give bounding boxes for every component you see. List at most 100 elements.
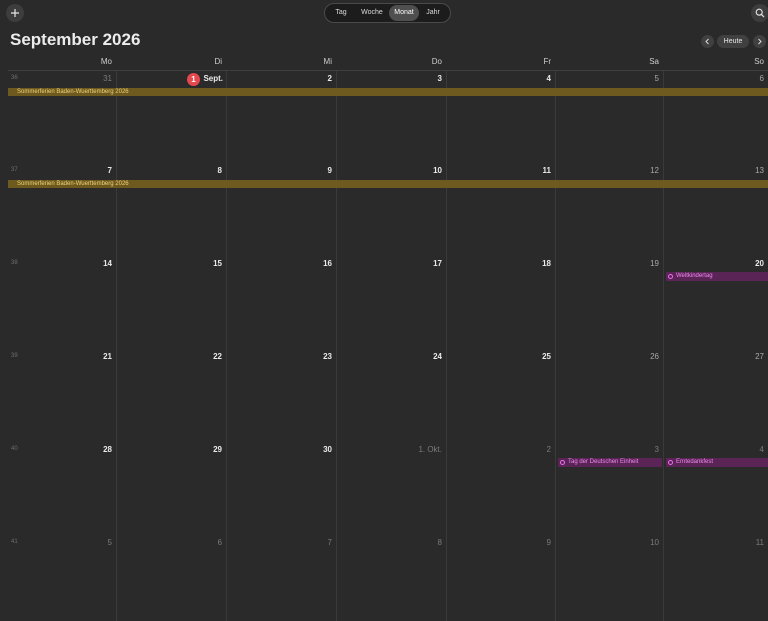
day-cell[interactable]: 24	[336, 349, 446, 442]
day-cell[interactable]: 39 21	[8, 349, 116, 442]
day-number: 11	[755, 538, 764, 547]
event-title: Erntedankfest	[676, 459, 714, 465]
day-number: 3	[654, 445, 659, 454]
month-title: September 2026	[10, 30, 141, 49]
day-cell[interactable]: 5	[555, 71, 663, 163]
day-cell[interactable]: 11	[663, 535, 768, 621]
day-cell[interactable]: 7	[226, 535, 336, 621]
view-tab-week[interactable]: Woche	[355, 5, 389, 21]
week-row: 39 21 22 23 24 25 26 27	[8, 349, 768, 443]
day-number: 21	[103, 352, 112, 361]
day-cell[interactable]: 9	[446, 535, 555, 621]
day-cell[interactable]: 36 31	[8, 71, 116, 163]
day-cell[interactable]: 37 7	[8, 163, 116, 256]
day-cell[interactable]: 38 14	[8, 256, 116, 349]
day-cell[interactable]: 9	[226, 163, 336, 256]
plus-icon	[11, 9, 19, 17]
day-number: 9	[546, 538, 551, 547]
day-cell[interactable]: 4	[446, 71, 555, 163]
day-cell[interactable]: 10	[555, 535, 663, 621]
day-number: 28	[103, 445, 112, 454]
day-cell[interactable]: 3	[336, 71, 446, 163]
day-cell[interactable]: 8	[116, 163, 226, 256]
day-cell[interactable]: 22	[116, 349, 226, 442]
day-cell[interactable]: 19	[555, 256, 663, 349]
day-number: 5	[107, 538, 112, 547]
day-cell[interactable]: 2	[226, 71, 336, 163]
view-tab-month[interactable]: Monat	[389, 5, 419, 21]
event-summer-holidays[interactable]: Sommerferien Baden-Wuerttemberg 2026	[8, 180, 768, 188]
week-row: 38 14 15 16 17 18 19 20 Weltkindertag	[8, 256, 768, 350]
event-tag-der-deutschen-einheit[interactable]: Tag der Deutschen Einheit	[558, 458, 662, 467]
day-cell[interactable]: 2	[446, 442, 555, 535]
view-tab-day[interactable]: Tag	[327, 5, 355, 21]
day-number: 6	[217, 538, 222, 547]
today-button[interactable]: Heute	[717, 35, 749, 48]
day-cell[interactable]: 41 5	[8, 535, 116, 621]
day-cell[interactable]: 25	[446, 349, 555, 442]
day-cell[interactable]: 13	[663, 163, 768, 256]
week-number: 41	[11, 539, 18, 545]
day-cell[interactable]: 26	[555, 349, 663, 442]
add-event-button[interactable]	[6, 4, 24, 22]
day-cell[interactable]: 20 Weltkindertag	[663, 256, 768, 349]
day-cell[interactable]: 3 Tag der Deutschen Einheit	[555, 442, 663, 535]
day-cell[interactable]: 10	[336, 163, 446, 256]
event-summer-holidays[interactable]: Sommerferien Baden-Wuerttemberg 2026	[8, 88, 768, 96]
weekday-header: Mo Di Mi Do Fr Sa So	[8, 56, 768, 70]
day-cell[interactable]: 18	[446, 256, 555, 349]
day-number: 4	[546, 74, 551, 83]
day-number: 19	[650, 259, 659, 268]
day-cell[interactable]: 30	[226, 442, 336, 535]
day-cell[interactable]: 4 Erntedankfest	[663, 442, 768, 535]
day-cell[interactable]: 8	[336, 535, 446, 621]
search-icon	[755, 8, 765, 18]
next-month-button[interactable]	[753, 35, 766, 48]
day-number: 2	[327, 74, 332, 83]
week-number: 40	[11, 446, 18, 452]
day-cell[interactable]: 17	[336, 256, 446, 349]
day-number: 16	[323, 259, 332, 268]
day-number: 13	[755, 166, 764, 175]
day-number: 4	[759, 445, 764, 454]
previous-month-button[interactable]	[701, 35, 714, 48]
week-number: 38	[11, 260, 18, 266]
day-number: 8	[437, 538, 442, 547]
day-number: 3	[437, 74, 442, 83]
view-switcher: Tag Woche Monat Jahr	[324, 3, 451, 23]
day-cell-today[interactable]: 1 Sept.	[116, 71, 226, 163]
day-cell[interactable]: 27	[663, 349, 768, 442]
weekday-monday: Mo	[100, 57, 112, 66]
week-number: 37	[11, 167, 18, 173]
day-cell[interactable]: 1. Okt.	[336, 442, 446, 535]
day-cell[interactable]: 12	[555, 163, 663, 256]
event-dot-icon	[668, 274, 673, 279]
day-cell[interactable]: 40 28	[8, 442, 116, 535]
day-cell[interactable]: 15	[116, 256, 226, 349]
weekday-friday: Fr	[543, 57, 551, 66]
view-tab-year[interactable]: Jahr	[419, 5, 447, 21]
week-number: 36	[11, 75, 18, 81]
day-cell[interactable]: 6	[116, 535, 226, 621]
search-button[interactable]	[751, 4, 768, 22]
week-row: 36 31 1 Sept. 2 3 4 5 6 Sommerferien Bad…	[8, 71, 768, 164]
week-row: 41 5 6 7 8 9 10 11	[8, 535, 768, 621]
day-cell[interactable]: 11	[446, 163, 555, 256]
event-dot-icon	[560, 460, 565, 465]
event-weltkindertag[interactable]: Weltkindertag	[666, 272, 768, 281]
day-number: 30	[323, 445, 332, 454]
day-cell[interactable]: 23	[226, 349, 336, 442]
day-cell[interactable]: 16	[226, 256, 336, 349]
day-cell[interactable]: 6	[663, 71, 768, 163]
today-indicator: 1	[187, 73, 200, 86]
day-number: 26	[650, 352, 659, 361]
day-number: 11	[542, 166, 551, 175]
week-number: 39	[11, 353, 18, 359]
day-cell[interactable]: 29	[116, 442, 226, 535]
event-title: Weltkindertag	[676, 273, 713, 279]
day-number: 17	[433, 259, 442, 268]
event-erntedankfest[interactable]: Erntedankfest	[666, 458, 768, 467]
month-grid: 36 31 1 Sept. 2 3 4 5 6 Sommerferien Bad…	[8, 70, 768, 621]
day-number: 10	[433, 166, 442, 175]
weekday-tuesday: Di	[214, 57, 222, 66]
